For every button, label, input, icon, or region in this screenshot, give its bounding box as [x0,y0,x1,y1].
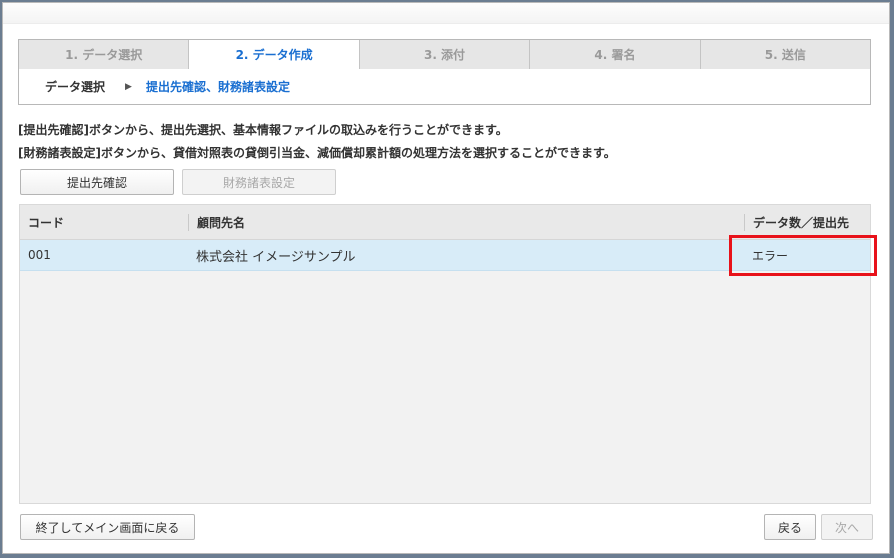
tab-data-create[interactable]: 2. データ作成 [189,40,360,69]
header-client-name[interactable]: 顧問先名 [188,213,744,231]
error-highlight-box [729,235,877,276]
breadcrumb-step-1: データ選択 [45,80,106,94]
tab-data-select[interactable]: 1. データ選択 [19,40,190,69]
dialog-titlebar [3,3,889,24]
breadcrumb: データ選択 ▶ 提出先確認、財務諸表設定 [18,69,871,105]
financial-settings-button[interactable]: 財務諸表設定 [182,169,336,195]
exit-to-main-button[interactable]: 終了してメイン画面に戻る [20,514,195,540]
back-button[interactable]: 戻る [764,514,816,540]
tab-attach[interactable]: 3. 添付 [359,40,531,69]
step-tabs: 1. データ選択 2. データ作成 3. 添付 4. 署名 5. 送信 [18,39,871,70]
description-line-2: [財務諸表設定]ボタンから、貸借対照表の貸倒引当金、減価償却累計額の処理方法を選… [18,146,616,160]
cell-code: 001 [28,248,51,262]
header-data-count[interactable]: データ数／提出先 [744,213,870,231]
confirm-destination-button[interactable]: 提出先確認 [20,169,174,195]
tab-send[interactable]: 5. 送信 [700,40,871,69]
description-line-1: [提出先確認]ボタンから、提出先選択、基本情報ファイルの取込みを行うことができま… [18,123,508,137]
triangle-right-icon: ▶ [125,81,132,92]
cell-client-name: 株式会社 イメージサンプル [196,249,356,265]
breadcrumb-step-2: 提出先確認、財務諸表設定 [145,80,290,94]
next-button[interactable]: 次へ [821,514,873,540]
tab-sign[interactable]: 4. 署名 [530,40,701,69]
header-code[interactable]: コード [20,214,188,231]
